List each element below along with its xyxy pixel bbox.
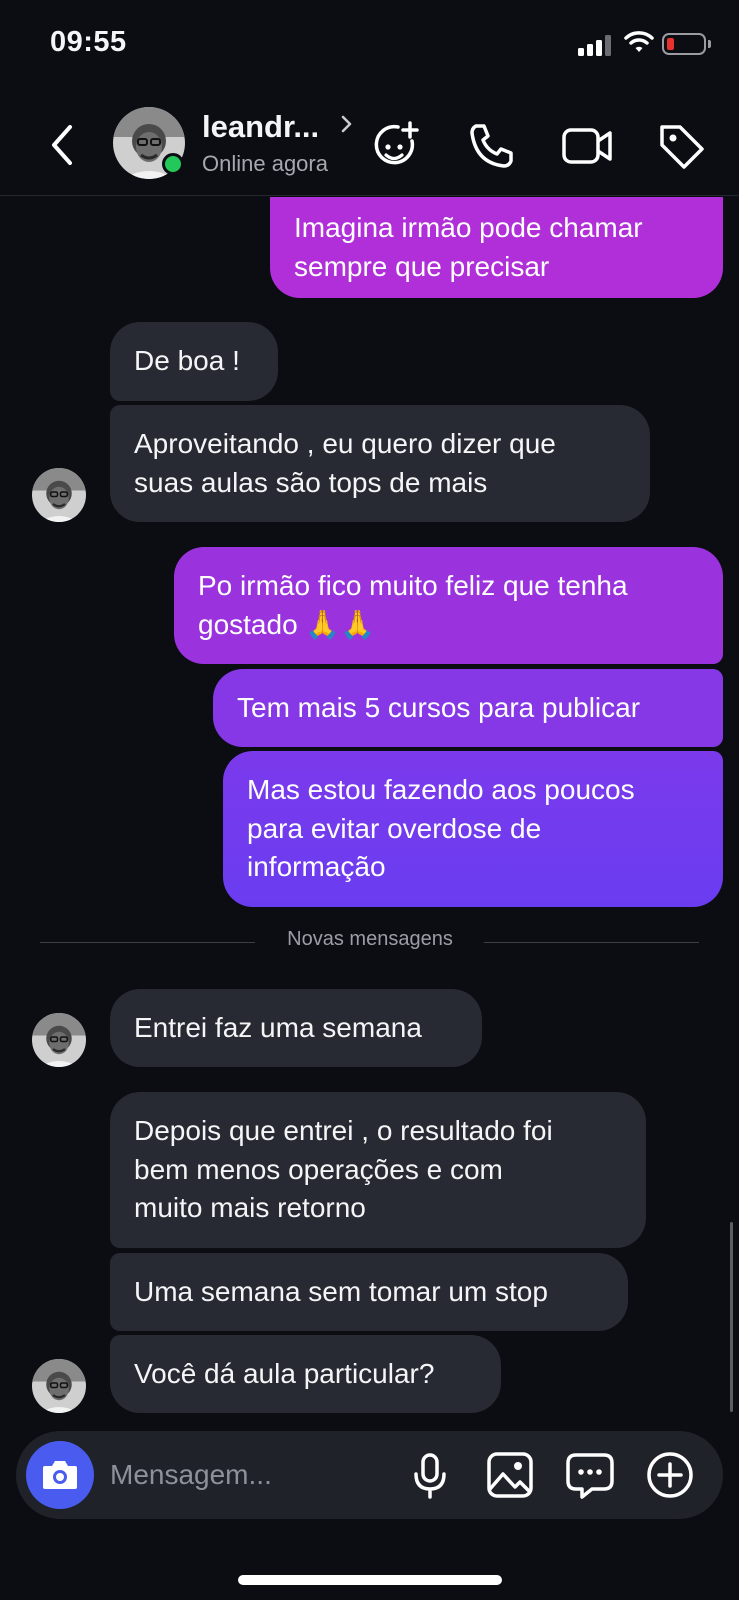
contact-status: Online agora [202, 151, 328, 176]
sticker-chat-icon[interactable] [562, 1447, 618, 1503]
contact-avatar-small[interactable] [32, 468, 86, 522]
chevron-right-icon[interactable] [338, 109, 356, 139]
message-outgoing[interactable]: Mas estou fazendo aos poucos para evitar… [223, 751, 723, 907]
message-incoming[interactable]: De boa ! [110, 322, 278, 401]
phone-icon[interactable] [464, 117, 520, 173]
message-composer [16, 1431, 723, 1519]
message-incoming[interactable]: Uma semana sem tomar um stop [110, 1253, 628, 1331]
contact-avatar-small[interactable] [32, 1013, 86, 1067]
new-messages-divider: Novas mensagens [287, 928, 453, 950]
battery-cap [708, 40, 711, 48]
message-incoming[interactable]: Entrei faz uma semana [110, 989, 482, 1067]
divider-line-left [40, 942, 255, 943]
message-input[interactable] [110, 1455, 370, 1495]
message-outgoing[interactable]: Po irmão fico muito feliz que tenha gost… [174, 547, 723, 664]
microphone-icon[interactable] [402, 1447, 458, 1503]
message-incoming[interactable]: Depois que entrei , o resultado foi bem … [110, 1092, 646, 1248]
contact-name[interactable]: leandr... [202, 109, 319, 145]
image-icon[interactable] [482, 1447, 538, 1503]
battery-low-icon [662, 33, 706, 55]
message-outgoing[interactable]: Imagina irmão pode chamar sempre que pre… [270, 197, 723, 298]
wifi-icon [624, 28, 654, 56]
camera-icon[interactable] [26, 1441, 94, 1509]
add-effect-icon[interactable] [368, 117, 424, 173]
video-camera-icon[interactable] [560, 117, 616, 173]
plus-circle-icon[interactable] [642, 1447, 698, 1503]
divider-line-right [484, 942, 699, 943]
message-incoming[interactable]: Você dá aula particular? [110, 1335, 501, 1413]
message-outgoing[interactable]: Tem mais 5 cursos para publicar [213, 669, 723, 747]
online-indicator [162, 153, 184, 175]
chat-header: leandr... Online agora [0, 95, 739, 196]
message-incoming[interactable]: Aproveitando , eu quero dizer que suas a… [110, 405, 650, 522]
status-bar: 09:55 [0, 0, 739, 90]
status-time: 09:55 [50, 26, 127, 58]
home-indicator[interactable] [238, 1575, 502, 1585]
chevron-left-icon[interactable] [40, 117, 84, 173]
signal-icon [578, 34, 614, 56]
scrollbar[interactable] [730, 1222, 733, 1412]
contact-avatar-small[interactable] [32, 1359, 86, 1413]
tag-icon[interactable] [654, 117, 710, 173]
